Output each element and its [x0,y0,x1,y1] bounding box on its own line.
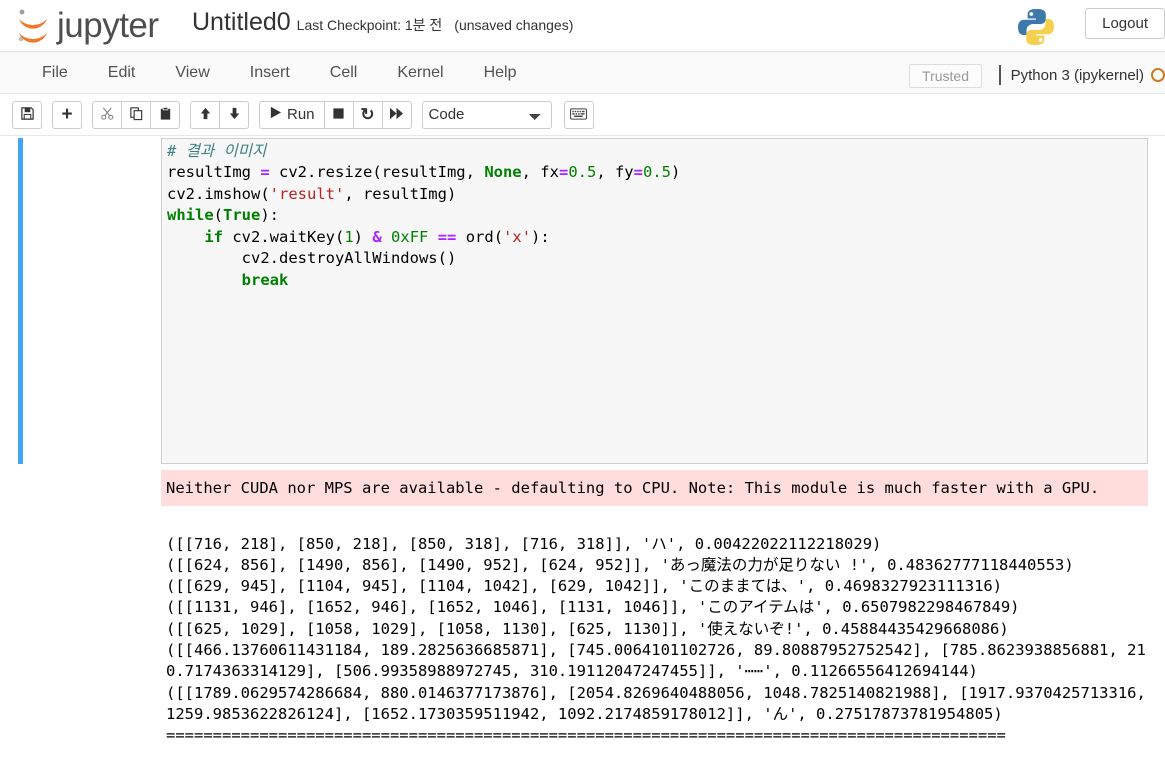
save-button[interactable] [12,100,42,129]
save-disk-icon [20,106,35,124]
open-command-palette-button[interactable] [563,100,594,129]
move-cell-up-button[interactable] [190,100,220,129]
notebook-title-group: Untitled0 Last Checkpoint: 1분 전 (unsaved… [192,8,573,37]
jupyter-logo[interactable]: jupyter [14,4,159,48]
notebook-name[interactable]: Untitled0 [192,8,291,37]
kernel-indicator-group: Python 3 (ipykernel) [998,65,1165,85]
cell-type-select[interactable]: Code Markdown Raw NBConvert Heading [421,100,552,129]
cell-output-stdout: ([[716, 218], [850, 218], [850, 318], [7… [161,518,1156,762]
run-button-label: Run [287,106,315,123]
menu-item-file[interactable]: File [22,53,88,93]
insert-cell-group: + [52,100,82,129]
move-cell-down-button[interactable] [219,100,249,129]
code-cell-input-area[interactable]: # 결과 이미지 resultImg = cv2.resize(resultIm… [161,138,1148,464]
run-controls-group: Run ↻ [259,100,412,129]
copy-cell-button[interactable] [121,100,151,129]
jupyter-wordmark: jupyter [57,6,159,45]
menu-item-help[interactable]: Help [464,53,537,93]
copy-icon [129,106,144,124]
interrupt-kernel-button[interactable] [323,100,354,129]
logout-button[interactable]: Logout [1085,8,1165,39]
jupyter-logo-icon [14,6,52,46]
play-triangle-icon [269,106,282,123]
trusted-badge[interactable]: Trusted [909,64,982,88]
menu-item-edit[interactable]: Edit [88,53,156,93]
cut-cell-button[interactable] [92,100,122,129]
menu-bar: File Edit View Insert Cell Kernel Help T… [0,52,1165,94]
menu-item-cell[interactable]: Cell [310,53,378,93]
kernel-divider [998,65,1001,85]
save-group [12,100,42,129]
kernel-name-label: Python 3 (ipykernel) [1010,66,1144,84]
clipboard-group [92,100,180,129]
last-checkpoint-label: Last Checkpoint: 1분 전 [296,17,443,33]
keyboard-icon [570,107,587,123]
code-source[interactable]: # 결과 이미지 resultImg = cv2.resize(resultIm… [167,141,680,292]
kernel-idle-circle-icon [1151,68,1165,82]
notebook-toolbar: + Run ↻ Code [0,94,1165,136]
arrow-down-icon [227,106,242,124]
warning-message-text: Neither CUDA nor MPS are available - def… [166,479,1100,497]
stdout-text: ([[716, 218], [850, 218], [850, 318], [7… [166,534,1146,745]
menu-item-insert[interactable]: Insert [230,53,310,93]
move-cell-group [190,100,249,129]
python-logo-icon [1015,6,1057,48]
menu-item-list: File Edit View Insert Cell Kernel Help [0,53,1165,93]
menu-item-kernel[interactable]: Kernel [377,53,463,93]
plus-icon: + [61,104,73,125]
selected-cell-indicator [18,138,23,464]
unsaved-changes-label: (unsaved changes) [454,17,574,33]
restart-kernel-button[interactable]: ↻ [352,100,383,129]
cell-output-warning: Neither CUDA nor MPS are available - def… [161,470,1148,506]
notebook-body: # 결과 이미지 resultImg = cv2.resize(resultIm… [0,136,1165,773]
run-cell-button[interactable]: Run [259,100,325,129]
paste-icon [158,106,173,124]
notebook-header: jupyter Untitled0 Last Checkpoint: 1분 전 … [0,0,1165,52]
stop-square-icon [332,107,345,123]
menu-item-view[interactable]: View [155,53,229,93]
restart-and-run-all-button[interactable] [381,100,412,129]
scissors-icon [100,106,115,124]
restart-circle-arrow-icon: ↻ [360,105,375,124]
fast-forward-icon [389,107,404,123]
paste-cell-button[interactable] [150,100,180,129]
shortcuts-group [563,100,594,129]
insert-cell-below-button[interactable]: + [52,100,82,129]
arrow-up-icon [198,106,213,124]
